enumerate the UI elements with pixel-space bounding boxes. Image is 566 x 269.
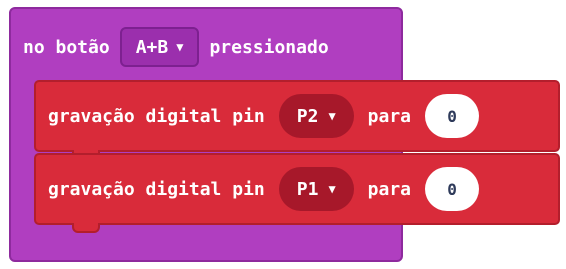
- button-dropdown[interactable]: A+B ▼: [119, 27, 200, 67]
- block-connector-notch: [72, 223, 100, 233]
- digital-write-block[interactable]: gravação digital pin P2 ▼ para 0: [34, 80, 560, 160]
- digital-write-label: gravação digital pin: [48, 178, 265, 200]
- value-input[interactable]: 0: [425, 94, 480, 138]
- digital-write-block[interactable]: gravação digital pin P1 ▼ para 0: [34, 153, 560, 233]
- caret-down-icon: ▼: [176, 40, 184, 54]
- button-dropdown-value: A+B: [135, 36, 169, 58]
- pin-dropdown[interactable]: P2 ▼: [278, 94, 354, 138]
- caret-down-icon: ▼: [328, 182, 336, 196]
- pin-dropdown[interactable]: P1 ▼: [278, 167, 354, 211]
- event-header: no botão A+B ▼ pressionado: [23, 23, 329, 71]
- to-label: para: [367, 178, 412, 200]
- event-label-suffix: pressionado: [209, 36, 329, 58]
- pin-dropdown-value: P2: [296, 105, 319, 127]
- caret-down-icon: ▼: [328, 109, 336, 123]
- event-label-prefix: no botão: [23, 36, 110, 58]
- digital-write-label: gravação digital pin: [48, 105, 265, 127]
- value-input[interactable]: 0: [425, 167, 480, 211]
- pin-dropdown-value: P1: [296, 178, 319, 200]
- to-label: para: [367, 105, 412, 127]
